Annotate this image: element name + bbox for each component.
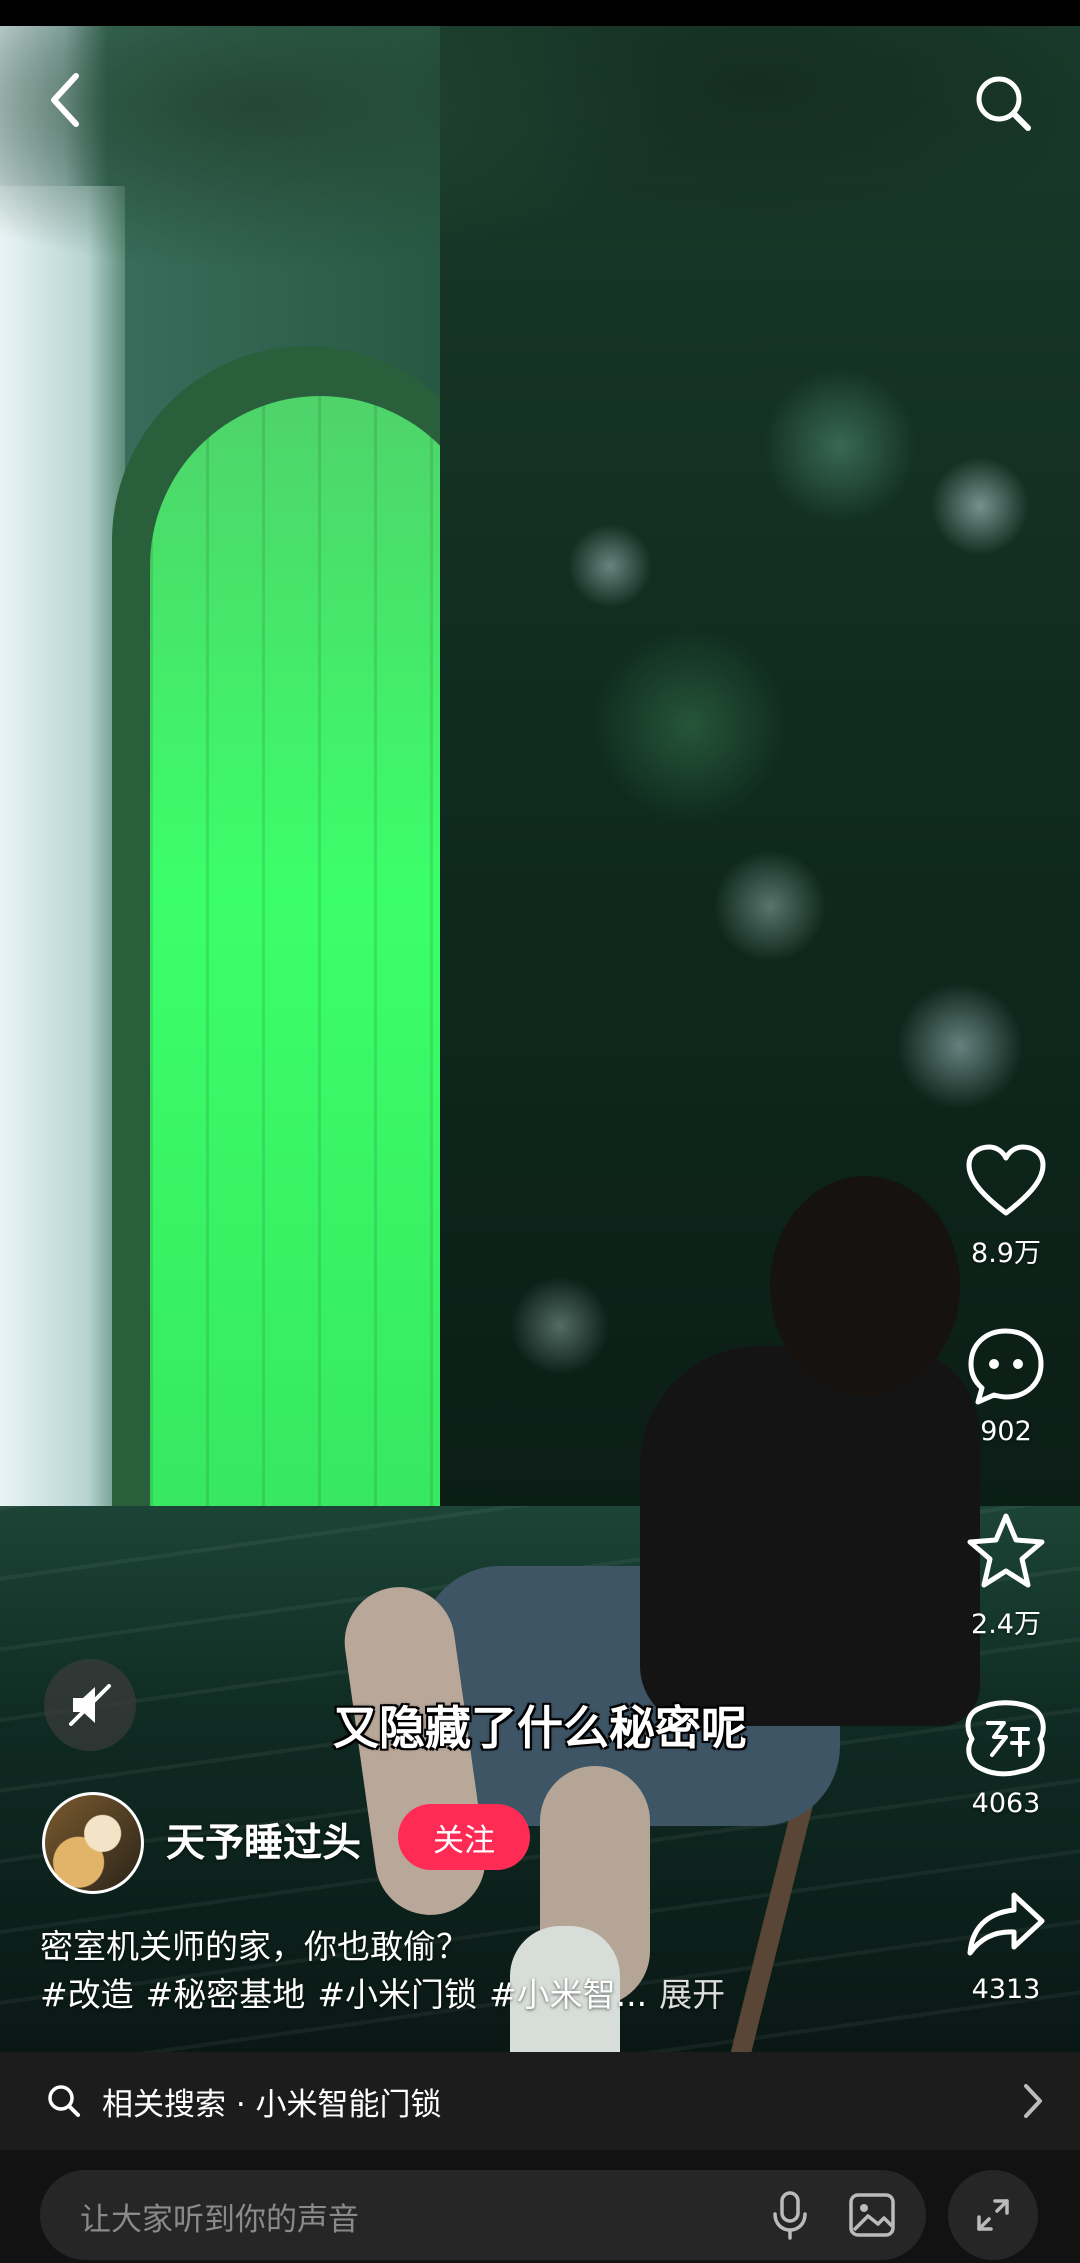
comment-placeholder: 让大家听到你的声音 — [80, 2202, 359, 2238]
recommend-icon — [960, 1692, 1052, 1784]
video-top-foliage — [0, 26, 1080, 346]
like-count: 8.9万 — [971, 1238, 1041, 1269]
search-icon — [976, 76, 1031, 131]
video-door — [150, 396, 490, 1506]
comment-count: 902 — [980, 1416, 1032, 1447]
share-action[interactable]: 4313 — [952, 1878, 1060, 2005]
video-person-head — [770, 1176, 960, 1396]
hashtag-link[interactable]: #改造 — [40, 1975, 134, 2014]
search-icon — [48, 2085, 80, 2117]
follow-button[interactable]: 关注 — [398, 1804, 530, 1870]
mute-button[interactable] — [44, 1659, 136, 1751]
star-icon — [960, 1506, 1052, 1598]
recommend-count: 4063 — [971, 1788, 1041, 1819]
hashtag-link[interactable]: #小米智... — [489, 1975, 647, 2014]
expand-caption-link[interactable]: 展开 — [659, 1975, 725, 2014]
video-wall — [0, 186, 125, 1526]
related-search-bar[interactable]: 相关搜索 · 小米智能门锁 — [0, 2052, 1080, 2150]
share-arrow-icon — [960, 1878, 1052, 1970]
hashtag-list: #改造 #秘密基地 #小米门锁 #小米智... 展开 — [40, 1968, 737, 2016]
video-person-shirt — [640, 1346, 980, 1726]
comment-action[interactable]: 902 — [952, 1320, 1060, 1447]
recommend-action[interactable]: 4063 — [952, 1692, 1060, 1819]
image-icon[interactable] — [848, 2192, 896, 2238]
status-strip — [0, 0, 1080, 26]
fullscreen-icon — [977, 2199, 1009, 2231]
author-avatar[interactable] — [42, 1792, 144, 1894]
speaker-muted-icon — [69, 1684, 111, 1726]
video-caption: 密室机关师的家，你也敢偷？ — [40, 1927, 469, 1966]
chevron-left-icon — [51, 73, 79, 127]
hashtag-link[interactable]: #秘密基地 — [146, 1975, 306, 2014]
search-button[interactable] — [970, 70, 1036, 136]
video-subtitle: 又隐藏了什么秘密呢 — [333, 1701, 747, 1755]
comment-bubble-icon — [960, 1320, 1052, 1412]
back-button[interactable] — [36, 70, 96, 130]
favorite-action[interactable]: 2.4万 — [952, 1506, 1060, 1641]
author-name[interactable]: 天予睡过头 — [166, 1812, 361, 1868]
favorite-count: 2.4万 — [971, 1609, 1041, 1640]
related-search-label: 相关搜索 · 小米智能门锁 — [102, 2086, 442, 2123]
mic-icon[interactable] — [770, 2190, 810, 2240]
comment-bar: 让大家听到你的声音 — [0, 2150, 1080, 2263]
heart-icon — [960, 1135, 1052, 1227]
hashtag-link[interactable]: #小米门锁 — [317, 1975, 477, 2014]
fullscreen-button[interactable] — [948, 2170, 1038, 2260]
like-action[interactable]: 8.9万 — [952, 1135, 1060, 1270]
share-count: 4313 — [971, 1974, 1041, 2005]
chevron-right-icon — [1024, 2084, 1042, 2118]
comment-input[interactable]: 让大家听到你的声音 — [40, 2170, 926, 2260]
